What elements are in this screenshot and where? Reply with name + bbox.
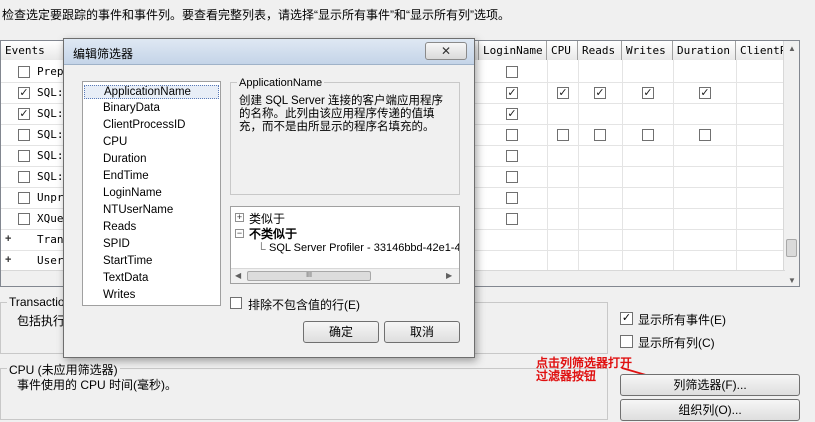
exclude-empty-checkbox[interactable]: [230, 297, 242, 309]
condition-not-like[interactable]: 不类似于: [249, 225, 297, 242]
scroll-up-icon[interactable]: ▲: [788, 44, 796, 53]
dialog-titlebar[interactable]: 编辑筛选器 ✕: [64, 39, 474, 65]
column-checkbox-cpu[interactable]: [557, 129, 569, 141]
column-checkbox-duration[interactable]: [699, 129, 711, 141]
grid-vertical-scrollbar[interactable]: ▲ ▼: [783, 41, 799, 286]
event-checkbox[interactable]: [18, 213, 30, 225]
filter-column-item[interactable]: Writes: [103, 289, 135, 301]
filter-column-item[interactable]: StartTime: [103, 255, 152, 267]
instruction-text: 检查选定要跟踪的事件和事件列。要查看完整列表，请选择“显示所有事件”和“显示所有…: [2, 8, 510, 22]
column-checkbox-cpu[interactable]: ✓: [557, 87, 569, 99]
filter-column-item[interactable]: TextData: [103, 272, 148, 284]
column-checkbox-login[interactable]: [506, 171, 518, 183]
annotation-text: 点击列筛选器打开 过滤器按钮: [536, 357, 632, 383]
column-checkbox-login[interactable]: [506, 66, 518, 78]
col-writes[interactable]: Writes: [622, 41, 673, 60]
description-title: ApplicationName: [237, 77, 325, 89]
column-checkbox-login[interactable]: ✓: [506, 87, 518, 99]
description-text: 创建 SQL Server 连接的客户端应用程序的名称。此列由该应用程序传递的值…: [239, 95, 444, 133]
filter-column-item[interactable]: CPU: [103, 136, 127, 148]
show-all-columns-label[interactable]: 显示所有列(C): [638, 334, 715, 351]
col-clientp[interactable]: ClientP: [736, 41, 788, 60]
exclude-empty-label[interactable]: 排除不包含值的行(E): [248, 296, 360, 313]
filter-column-item[interactable]: LoginName: [103, 187, 162, 199]
event-checkbox[interactable]: ✓: [18, 108, 30, 120]
event-name: User: [37, 254, 64, 267]
scroll-down-icon[interactable]: ▼: [788, 276, 796, 285]
event-checkbox[interactable]: ✓: [18, 87, 30, 99]
event-checkbox[interactable]: [18, 150, 30, 162]
scroll-left-icon[interactable]: ◀: [235, 271, 241, 280]
event-checkbox[interactable]: [18, 66, 30, 78]
filter-column-item[interactable]: BinaryData: [103, 102, 160, 114]
show-all-columns-checkbox[interactable]: [620, 335, 633, 348]
column-checkbox-duration[interactable]: ✓: [699, 87, 711, 99]
col-loginname[interactable]: LoginName: [479, 41, 547, 60]
col-duration[interactable]: Duration: [673, 41, 736, 60]
column-filters-button[interactable]: 列筛选器(F)...: [620, 374, 800, 396]
ok-button[interactable]: 确定: [303, 321, 379, 343]
column-checkbox-reads[interactable]: ✓: [594, 87, 606, 99]
column-checkbox-login[interactable]: [506, 213, 518, 225]
scroll-right-icon[interactable]: ▶: [446, 271, 452, 280]
expand-icon[interactable]: +: [235, 213, 244, 222]
filter-condition-tree[interactable]: + 类似于 − 不类似于 └ SQL Server Profiler - 331…: [230, 206, 460, 284]
column-description-group: ApplicationName 创建 SQL Server 连接的客户端应用程序…: [230, 77, 460, 195]
tree-scroll-thumb[interactable]: III: [247, 271, 371, 281]
column-checkbox-login[interactable]: [506, 150, 518, 162]
column-description-text: 事件使用的 CPU 时间(毫秒)。: [17, 378, 177, 392]
event-checkbox[interactable]: [18, 129, 30, 141]
column-checkbox-login[interactable]: [506, 129, 518, 141]
collapse-icon[interactable]: −: [235, 229, 244, 238]
column-checkbox-login[interactable]: [506, 192, 518, 204]
filter-column-item[interactable]: ApplicationName: [84, 85, 219, 99]
column-description-box: CPU (未应用筛选器) 事件使用的 CPU 时间(毫秒)。: [0, 361, 608, 420]
filter-column-list[interactable]: ApplicationName BinaryData ClientProcessID…: [82, 81, 221, 306]
tree-connector: └: [257, 242, 266, 256]
filter-column-item[interactable]: Reads: [103, 221, 136, 233]
event-checkbox[interactable]: [18, 171, 30, 183]
show-all-events-checkbox[interactable]: ✓: [620, 312, 633, 325]
expand-group-icon[interactable]: +: [5, 233, 11, 245]
filter-column-item[interactable]: ClientProcessID: [103, 119, 185, 131]
event-description-text: 包括执行: [17, 314, 66, 328]
annotation-line: 过滤器按钮: [536, 369, 597, 383]
expand-group-icon[interactable]: +: [5, 254, 11, 266]
column-checkbox-writes[interactable]: [642, 129, 654, 141]
organize-columns-button[interactable]: 组织列(O)...: [620, 399, 800, 421]
condition-value[interactable]: SQL Server Profiler - 33146bbd-42e1-4c: [269, 242, 459, 254]
dialog-close-icon[interactable]: ✕: [425, 42, 467, 60]
scroll-thumb[interactable]: [786, 239, 797, 257]
column-checkbox-reads[interactable]: [594, 129, 606, 141]
cancel-button[interactable]: 取消: [384, 321, 460, 343]
dialog-title: 编辑筛选器: [73, 47, 134, 61]
col-reads[interactable]: Reads: [578, 41, 622, 60]
tree-horizontal-scrollbar[interactable]: ◀ III ▶: [231, 268, 459, 283]
event-checkbox[interactable]: [18, 192, 30, 204]
edit-filter-dialog[interactable]: 编辑筛选器 ✕ ApplicationName BinaryData ClientP…: [63, 38, 475, 358]
filter-column-item[interactable]: Duration: [103, 153, 146, 165]
show-all-events-label[interactable]: 显示所有事件(E): [638, 311, 726, 328]
filter-column-item[interactable]: SPID: [103, 238, 130, 250]
column-checkbox-writes[interactable]: ✓: [642, 87, 654, 99]
column-checkbox-login[interactable]: ✓: [506, 108, 518, 120]
col-cpu[interactable]: CPU: [547, 41, 578, 60]
filter-column-item[interactable]: NTUserName: [103, 204, 173, 216]
filter-column-item[interactable]: EndTime: [103, 170, 149, 182]
